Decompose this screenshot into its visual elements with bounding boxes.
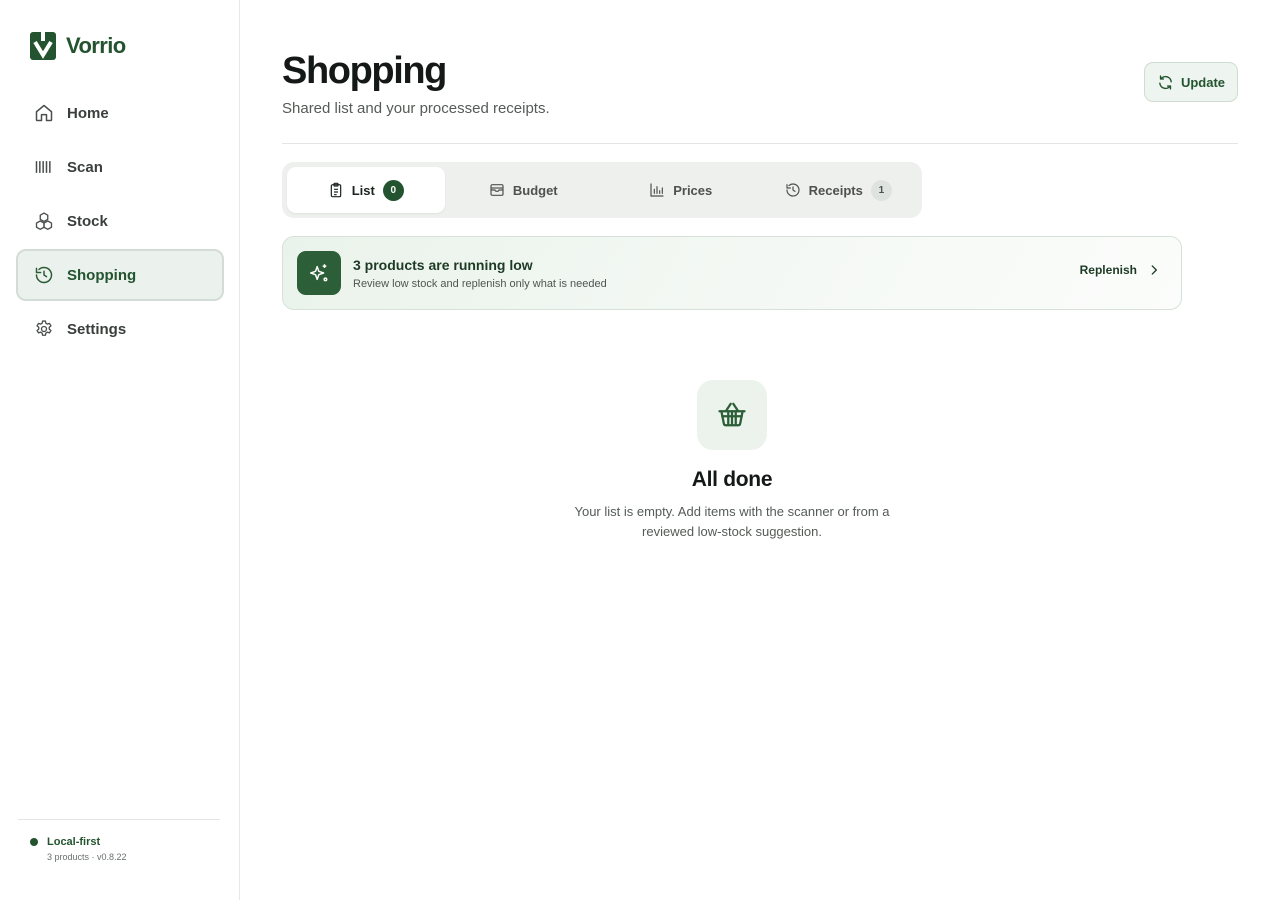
history-icon (33, 264, 55, 286)
main-content: Shopping Shared list and your processed … (282, 0, 1238, 900)
gear-icon (33, 318, 55, 340)
sidebar-item-label: Settings (67, 320, 127, 338)
empty-title: All done (691, 468, 773, 491)
barcode-icon (33, 156, 55, 178)
sidebar-item-home[interactable]: Home (16, 87, 224, 139)
sidebar-nav: Home Scan Stock Shopping Settings (16, 87, 224, 357)
status-dot (30, 838, 38, 846)
app-name: Vorrio (66, 33, 126, 58)
tab-label: List (351, 182, 375, 198)
sync-status: Local-first (18, 836, 220, 848)
wallet-icon (490, 184, 504, 196)
alert-subtitle: Review low stock and replenish only what… (353, 278, 607, 290)
boxes-icon (33, 210, 55, 232)
tab-budget[interactable]: Budget (445, 167, 603, 213)
low-stock-alert: 3 products are running low Review low st… (282, 236, 1182, 310)
tab-label: Budget (512, 182, 558, 198)
page-subtitle: Shared list and your processed receipts. (282, 100, 550, 117)
tab-badge-count: 0 (382, 179, 404, 201)
tab-list[interactable]: List 0 (287, 167, 445, 213)
tab-bar: List 0 Budget Prices Receipts 1 (282, 162, 922, 218)
sidebar-item-shopping[interactable]: Shopping (16, 249, 224, 301)
status-label: Local-first (47, 836, 101, 848)
sidebar: Vorrio Home Scan Stock Shopping Settings… (0, 0, 240, 900)
empty-text: Your list is empty. Add items with the s… (574, 504, 890, 539)
sidebar-item-label: Shopping (67, 266, 137, 284)
sidebar-item-label: Home (67, 104, 109, 122)
tab-label: Prices (673, 182, 713, 198)
update-label: Update (1180, 74, 1226, 90)
sidebar-item-label: Scan (67, 158, 103, 176)
history-icon (786, 183, 800, 197)
sidebar-item-scan[interactable]: Scan (16, 141, 224, 193)
home-icon (33, 102, 55, 124)
header-divider (282, 143, 1238, 144)
basket-icon (697, 380, 767, 450)
tab-prices[interactable]: Prices (602, 167, 760, 213)
page-title: Shopping (282, 50, 447, 92)
replenish-label: Replenish (1079, 263, 1137, 277)
chevron-right-icon (1151, 265, 1157, 275)
brand[interactable]: Vorrio (30, 32, 126, 60)
bar-chart-icon (650, 183, 664, 197)
update-button[interactable]: Update (1144, 62, 1238, 102)
tab-badge-count: 1 (870, 179, 892, 201)
sparkles-icon (297, 251, 341, 295)
vorrio-logo-icon (30, 32, 56, 60)
status-meta: 3 products · v0.8.22 (47, 852, 127, 862)
replenish-button[interactable]: Replenish (1080, 263, 1161, 277)
tab-receipts[interactable]: Receipts 1 (760, 167, 918, 213)
sidebar-footer: Local-first 3 products · v0.8.22 (18, 819, 220, 862)
tab-label: Receipts (808, 182, 863, 198)
alert-title: 3 products are running low (353, 257, 533, 273)
sidebar-item-settings[interactable]: Settings (16, 303, 224, 355)
sidebar-item-label: Stock (67, 212, 108, 230)
refresh-icon (1159, 74, 1172, 90)
empty-state: All done Your list is empty. Add items w… (282, 380, 1182, 542)
sidebar-item-stock[interactable]: Stock (16, 195, 224, 247)
clipboard-icon (330, 182, 341, 198)
